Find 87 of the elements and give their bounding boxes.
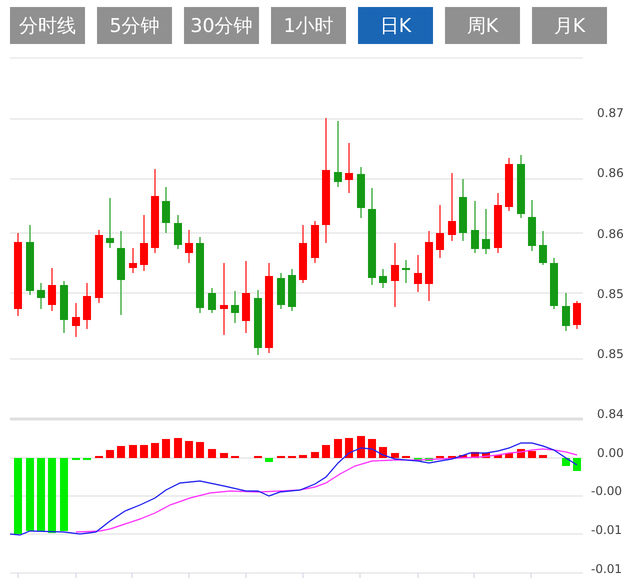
price-axis-label: 0.87 — [597, 106, 624, 120]
candlestick — [517, 154, 525, 218]
candlestick — [231, 290, 239, 324]
macd-axis-label: -0.01 — [591, 523, 622, 537]
macd-bar — [140, 445, 148, 458]
candlestick — [448, 172, 456, 242]
candlestick — [425, 230, 433, 302]
macd-bar — [425, 458, 433, 461]
candlestick — [482, 208, 490, 254]
macd-bar — [391, 453, 399, 458]
candlestick — [83, 282, 91, 330]
macd-bar — [459, 455, 467, 458]
candlestick — [48, 268, 56, 312]
macd-bar — [129, 445, 137, 458]
candlestick — [539, 230, 547, 266]
price-axis-label: 0.86 — [597, 227, 624, 241]
candlestick — [414, 254, 422, 292]
macd-bar — [196, 442, 204, 458]
period-tab[interactable]: 30分钟 — [184, 7, 259, 44]
macd-bar — [482, 453, 490, 458]
candlestick — [562, 292, 570, 332]
candlestick — [379, 268, 387, 288]
macd-bar — [265, 458, 273, 462]
candlestick — [494, 192, 502, 254]
candlestick — [402, 260, 410, 284]
period-tab[interactable]: 5分钟 — [97, 7, 172, 44]
candlestick — [436, 204, 444, 258]
candlestick — [391, 242, 399, 308]
macd-bar — [299, 455, 307, 458]
macd-bar — [106, 450, 114, 458]
period-tab[interactable]: 分时线 — [10, 7, 85, 44]
candlestick — [505, 158, 513, 212]
period-tab[interactable]: 周K — [445, 7, 520, 44]
candlestick — [459, 178, 467, 242]
period-tab[interactable]: 月K — [532, 7, 607, 44]
candlestick — [129, 248, 137, 274]
macd-bar — [357, 436, 365, 458]
macd-bar — [414, 458, 422, 461]
period-tab[interactable]: 1小时 — [271, 7, 346, 44]
candlestick — [72, 302, 80, 338]
candlestick — [208, 288, 216, 314]
candlestick — [162, 186, 170, 234]
candlestick — [26, 224, 34, 296]
macd-bar — [345, 438, 353, 458]
candlestick — [174, 214, 182, 250]
macd-axis-label: -0.00 — [591, 484, 622, 498]
macd-bar — [208, 449, 216, 458]
price-axis-label: 0.84 — [597, 407, 624, 421]
price-axis-label: 0.85 — [597, 347, 624, 361]
candlestick — [185, 230, 193, 264]
candlestick — [277, 272, 285, 310]
candlestick — [299, 224, 307, 284]
candlestick — [288, 268, 296, 312]
candlestick — [140, 214, 148, 272]
candlestick — [471, 200, 479, 254]
macd-bar — [368, 439, 376, 458]
macd-bar — [494, 455, 502, 458]
macd-axis-label: 0.00 — [597, 446, 624, 460]
candlestick — [550, 258, 558, 310]
macd-bar — [174, 438, 182, 458]
price-axis-label: 0.85 — [597, 287, 624, 301]
price-axis-label: 0.86 — [597, 166, 624, 180]
candlestick — [37, 282, 45, 310]
candlestick — [254, 290, 262, 356]
candlestick — [573, 300, 581, 330]
candlestick — [345, 142, 353, 194]
candlestick — [311, 220, 319, 264]
candlestick — [60, 280, 68, 334]
macd-bar — [505, 453, 513, 458]
candlestick — [528, 200, 536, 252]
candlestick — [357, 166, 365, 218]
macd-bar — [162, 439, 170, 458]
macd-bar — [311, 452, 319, 458]
macd-bar — [539, 455, 547, 458]
macd-axis-label: -0.01 — [591, 562, 622, 576]
candlestick — [334, 120, 342, 188]
candlestick — [106, 198, 114, 248]
period-tab[interactable]: 日K — [358, 7, 433, 44]
macd-bar — [220, 453, 228, 458]
macd-bar — [185, 441, 193, 458]
macd-bar — [528, 451, 536, 458]
macd-bar — [562, 458, 570, 466]
macd-bar — [117, 446, 125, 458]
macd-bar — [151, 443, 159, 458]
macd-bar — [334, 439, 342, 458]
macd-bar — [322, 445, 330, 458]
macd-bar — [573, 458, 581, 471]
